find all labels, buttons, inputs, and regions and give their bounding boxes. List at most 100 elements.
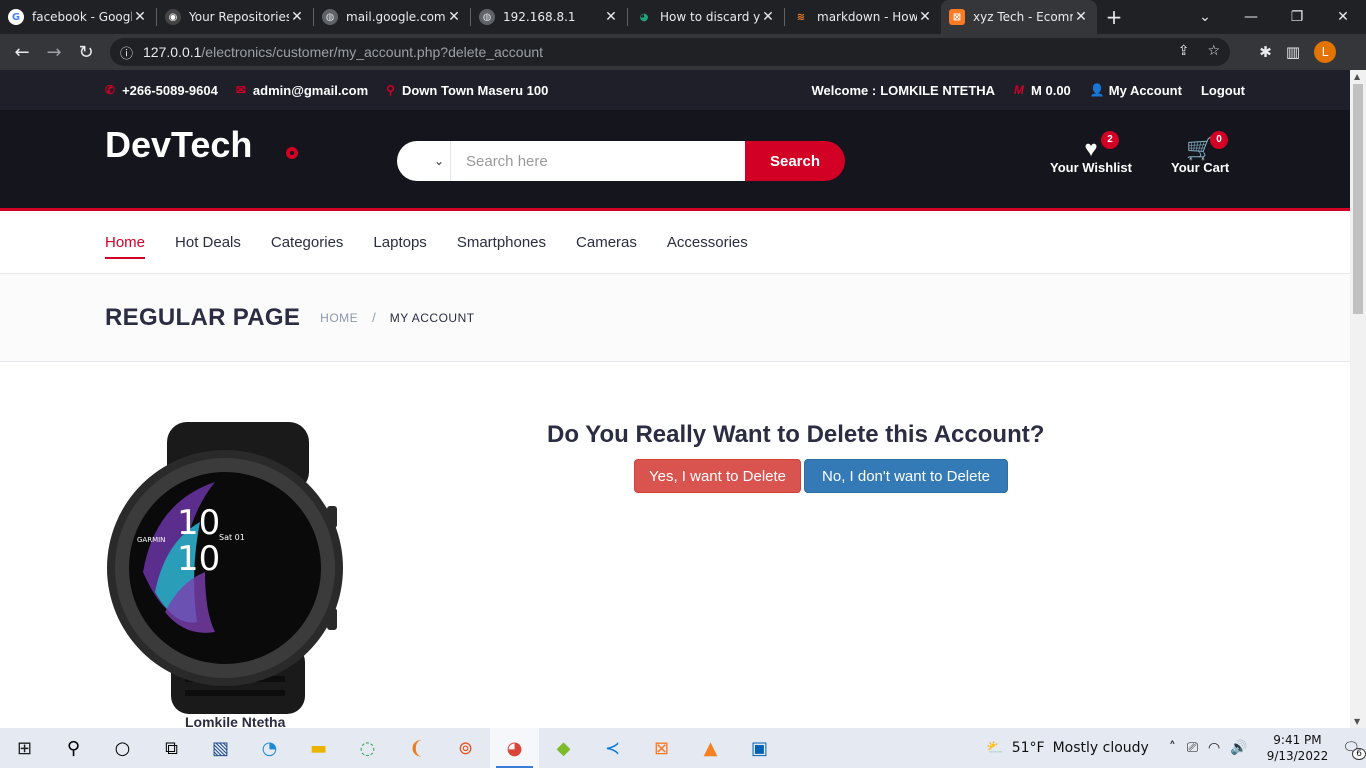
tab-title: 192.168.8.1 <box>503 10 576 24</box>
wishlist-link[interactable]: ♥ Your Wishlist 2 <box>1050 131 1132 175</box>
app-green-ring-icon[interactable]: ◌ <box>343 728 392 768</box>
wifi-icon[interactable]: ◠ <box>1208 740 1220 756</box>
nav-item-hot-deals[interactable]: Hot Deals <box>175 234 241 251</box>
extensions-icon[interactable]: ✱ <box>1259 43 1272 61</box>
breadcrumb: REGULAR PAGE HOME / MY ACCOUNT <box>0 274 1350 362</box>
logo-dot <box>286 147 298 159</box>
app-orange-icon[interactable]: ❨ <box>392 728 441 768</box>
cart-label: Your Cart <box>1171 160 1230 175</box>
browser-tab[interactable]: ◍ mail.google.com ✕ <box>314 0 470 34</box>
nav-item-cameras[interactable]: Cameras <box>576 234 637 251</box>
search-input[interactable]: Search here <box>451 141 745 181</box>
ubuntu-icon[interactable]: ⊚ <box>441 728 490 768</box>
bookmark-star-icon[interactable]: ☆ <box>1207 43 1220 59</box>
profile-avatar[interactable]: L <box>1314 41 1336 63</box>
clock[interactable]: 9:41 PM 9/13/2022 <box>1267 732 1329 764</box>
meet-now-icon[interactable]: ⎚ <box>1187 740 1198 756</box>
confirm-delete-button[interactable]: Yes, I want to Delete <box>634 459 801 493</box>
bluestacks-icon[interactable]: ◆ <box>539 728 588 768</box>
welcome: Welcome : LOMKILE NTETHA <box>811 83 995 98</box>
chevron-up-icon[interactable]: ˄ <box>1169 740 1176 756</box>
envelope-icon: ✉ <box>235 83 246 97</box>
info-icon[interactable]: ⓘ <box>120 43 133 62</box>
browser-tab[interactable]: ◉ Your Repositories ✕ <box>157 0 313 34</box>
location-contact[interactable]: ⚲ Down Town Maseru 100 <box>386 83 548 98</box>
close-icon[interactable]: ✕ <box>1073 9 1089 25</box>
weather-widget[interactable]: ⛅ 51°F Mostly cloudy <box>986 740 1149 756</box>
phone-contact[interactable]: ✆ +266-5089-9604 <box>105 83 218 98</box>
browser-tab-bar: G facebook - Google ✕ ◉ Your Repositorie… <box>0 0 1366 34</box>
nav-item-categories[interactable]: Categories <box>271 234 344 251</box>
breadcrumb-home[interactable]: HOME <box>320 311 358 325</box>
browser-tab[interactable]: ◍ 192.168.8.1 ✕ <box>471 0 627 34</box>
close-icon[interactable]: ✕ <box>603 9 619 25</box>
site-logo[interactable]: DevTech <box>105 124 252 166</box>
reload-button[interactable]: ↻ <box>70 42 102 63</box>
scroll-down-icon[interactable]: ▼ <box>1354 717 1360 726</box>
browser-tab[interactable]: ≋ markdown - How ✕ <box>785 0 941 34</box>
minimize-button[interactable]: — <box>1228 9 1274 25</box>
eye-icon: ◕ <box>639 11 649 23</box>
logout-link[interactable]: Logout <box>1201 83 1245 98</box>
edge-icon[interactable]: ◔ <box>245 728 294 768</box>
close-icon[interactable]: ✕ <box>917 9 933 25</box>
forward-button[interactable]: → <box>38 42 70 63</box>
search-icon[interactable]: ⚲ <box>49 728 98 768</box>
url-path: /electronics/customer/my_account.php?del… <box>201 44 544 60</box>
volume-icon[interactable]: 🔊 <box>1230 740 1247 756</box>
new-tab-button[interactable]: + <box>1097 5 1131 29</box>
chrome-icon[interactable]: ◕ <box>490 728 539 768</box>
chevron-down-icon[interactable]: ⌄ <box>1182 9 1228 25</box>
url-input[interactable]: ⓘ 127.0.0.1/electronics/customer/my_acco… <box>110 38 1230 66</box>
xampp-icon[interactable]: ⊠ <box>637 728 686 768</box>
nav-item-smartphones[interactable]: Smartphones <box>457 234 546 251</box>
nav-item-home[interactable]: Home <box>105 234 146 259</box>
location-text: Down Town Maseru 100 <box>401 82 549 98</box>
windows-start-icon[interactable]: ⊞ <box>0 728 49 768</box>
browser-tab-active[interactable]: ⊠ xyz Tech - Ecomm ✕ <box>941 0 1097 34</box>
scroll-up-icon[interactable]: ▲ <box>1354 72 1360 81</box>
file-explorer-icon[interactable]: ▬ <box>294 728 343 768</box>
tab-title: Your Repositories <box>189 10 289 24</box>
breadcrumb-separator: / <box>372 310 376 325</box>
chevron-down-icon: ⌄ <box>433 154 444 168</box>
category-select[interactable]: ⌄ <box>397 141 451 181</box>
task-view-icon[interactable]: ⧉ <box>147 728 196 768</box>
email-contact[interactable]: ✉ admin@gmail.com <box>236 83 368 98</box>
notification-icon[interactable]: 🗨 6 <box>1342 740 1366 760</box>
browser-tab[interactable]: ◕ How to discard y ✕ <box>628 0 784 34</box>
window-close-button[interactable]: ✕ <box>1320 9 1366 25</box>
snipping-tool-icon[interactable]: ▧ <box>196 728 245 768</box>
restore-button[interactable]: ❐ <box>1274 9 1320 25</box>
clock-date: 9/13/2022 <box>1266 749 1329 763</box>
cart-link[interactable]: 🛒 Your Cart 0 <box>1171 131 1230 175</box>
back-button[interactable]: ← <box>6 42 38 63</box>
cortana-icon[interactable]: ○ <box>98 728 147 768</box>
nav-item-laptops[interactable]: Laptops <box>373 234 426 251</box>
vlc-icon[interactable]: ▲ <box>686 728 735 768</box>
close-icon[interactable]: ✕ <box>289 9 305 25</box>
watch-brand-text: GARMIN <box>137 536 165 544</box>
scrollbar-thumb[interactable] <box>1353 84 1363 314</box>
search-button[interactable]: Search <box>745 141 845 181</box>
globe-icon: ◍ <box>479 9 495 25</box>
photos-icon[interactable]: ▣ <box>735 728 784 768</box>
close-icon[interactable]: ✕ <box>132 9 148 25</box>
welcome-label: Welcome : <box>811 82 877 98</box>
phone-text: +266-5089-9604 <box>122 82 218 98</box>
tab-title: How to discard y <box>660 10 760 24</box>
logout-text: Logout <box>1200 82 1245 98</box>
nav-item-accessories[interactable]: Accessories <box>667 234 748 251</box>
watch-hours-text: 10 <box>177 503 220 543</box>
close-icon[interactable]: ✕ <box>760 9 776 25</box>
share-icon[interactable]: ⇪ <box>1178 43 1190 59</box>
browser-tab[interactable]: G facebook - Google ✕ <box>0 0 156 34</box>
page-scrollbar[interactable]: ▲ ▼ <box>1350 70 1366 728</box>
side-panel-icon[interactable]: ▥ <box>1286 43 1300 61</box>
vscode-icon[interactable]: ≺ <box>588 728 637 768</box>
balance[interactable]: M M 0.00 <box>1014 83 1071 98</box>
my-account-link[interactable]: 👤 My Account <box>1090 83 1182 98</box>
close-icon[interactable]: ✕ <box>446 9 462 25</box>
cancel-delete-button[interactable]: No, I don't want to Delete <box>804 459 1008 493</box>
tab-title: facebook - Google <box>32 10 132 24</box>
